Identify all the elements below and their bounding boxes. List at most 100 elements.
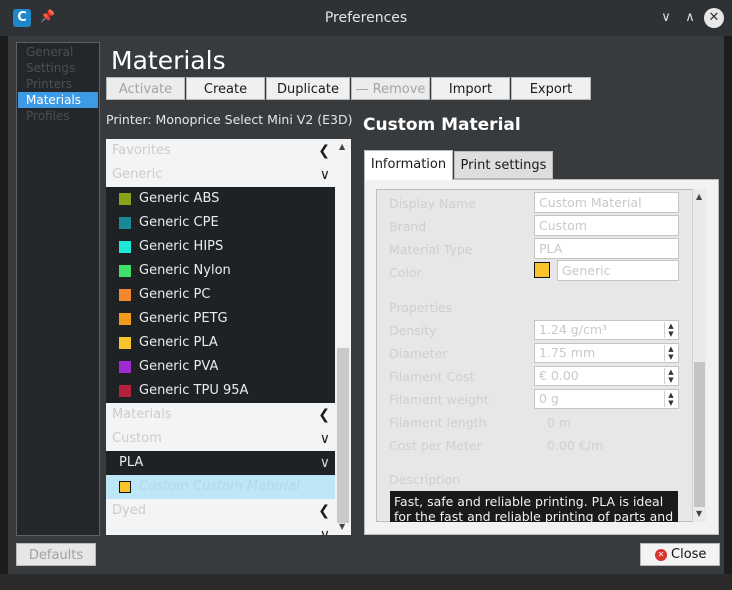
list-item[interactable]: Generic PLA	[106, 331, 336, 355]
defaults-button[interactable]: Defaults	[16, 543, 96, 566]
chevron-down-icon: ∨	[319, 527, 330, 535]
remove-button[interactable]: — Remove	[351, 77, 430, 100]
chevron-left-icon: ❮	[318, 503, 330, 519]
list-item-label: Generic PETG	[139, 311, 228, 326]
spin-arrows-icon[interactable]: ▲ ▼	[664, 391, 677, 407]
brand-field[interactable]: Custom	[534, 215, 679, 236]
tab-information[interactable]: Information	[364, 150, 453, 180]
spin-arrows-icon[interactable]: ▲ ▼	[664, 368, 677, 384]
chevron-up-icon[interactable]: ∧	[680, 8, 700, 28]
import-button[interactable]: Import	[431, 77, 510, 100]
density-value: 1.24 g/cm³	[539, 322, 608, 337]
color-swatch	[119, 385, 131, 397]
chevron-down-icon[interactable]: ∨	[656, 8, 676, 28]
category-settings[interactable]: Settings	[18, 60, 98, 76]
list-item-label: Generic HIPS	[139, 239, 224, 254]
chevron-left-icon: ❮	[318, 407, 330, 423]
duplicate-button[interactable]: Duplicate	[266, 77, 350, 100]
spin-arrows-icon[interactable]: ▲ ▼	[664, 322, 677, 338]
spin-arrows-icon[interactable]: ▲ ▼	[664, 345, 677, 361]
scroll-down-icon[interactable]: ▼	[339, 522, 345, 531]
export-button[interactable]: Export	[511, 77, 591, 100]
chevron-left-icon: ❮	[318, 143, 330, 159]
category-profiles[interactable]: Profiles	[18, 108, 98, 124]
information-form: Display Name Custom Material Brand Custo…	[376, 189, 694, 522]
density-spinbox[interactable]: 1.24 g/cm³ ▲ ▼	[534, 320, 679, 340]
background-window-strip	[0, 574, 732, 590]
filament-cost-spinbox[interactable]: € 0.00 ▲ ▼	[534, 366, 679, 386]
list-item-partial[interactable]: ∨	[106, 523, 336, 535]
filament-cost-label: Filament Cost	[389, 369, 475, 384]
list-item[interactable]: Generic ABS	[106, 187, 336, 211]
form-scroll-thumb[interactable]	[694, 362, 705, 507]
display-name-label: Display Name	[389, 196, 476, 211]
list-item[interactable]: Generic CPE	[106, 211, 336, 235]
brand-row-favorites[interactable]: Favorites ❮	[106, 139, 336, 163]
brand-row-generic[interactable]: Generic ∨	[106, 163, 336, 187]
chevron-down-icon: ∨	[319, 167, 330, 183]
list-item-selected[interactable]: Custom Custom Material	[106, 475, 336, 499]
brand-row-dyed[interactable]: Dyed ❮	[106, 499, 336, 523]
filament-length-value: 0 m	[547, 415, 572, 430]
type-row-pla[interactable]: PLA ∨	[106, 451, 336, 475]
color-name-field[interactable]: Generic	[557, 260, 679, 281]
diameter-spinbox[interactable]: 1.75 mm ▲ ▼	[534, 343, 679, 363]
color-swatch	[119, 265, 131, 277]
filament-weight-spinbox[interactable]: 0 g ▲ ▼	[534, 389, 679, 409]
list-item[interactable]: Generic PC	[106, 283, 336, 307]
tab-print-settings[interactable]: Print settings	[454, 151, 553, 179]
category-materials[interactable]: Materials	[18, 92, 98, 108]
cost-per-meter-value: 0.00 €/m	[547, 438, 604, 453]
list-item[interactable]: Generic HIPS	[106, 235, 336, 259]
activate-button[interactable]: Activate	[106, 77, 185, 100]
filament-weight-label: Filament weight	[389, 392, 489, 407]
category-general[interactable]: General	[18, 44, 98, 60]
brand-row-materials[interactable]: Materials ❮	[106, 403, 336, 427]
materials-list: Favorites ❮ Generic ∨ Generic ABS Generi…	[106, 139, 351, 535]
list-item-label: Custom Custom Material	[139, 479, 300, 494]
color-swatch	[119, 193, 131, 205]
color-swatch	[119, 337, 131, 349]
category-printers[interactable]: Printers	[18, 76, 98, 92]
cost-per-meter-label: Cost per Meter	[389, 438, 482, 453]
brand-row-label: Favorites	[112, 143, 171, 158]
color-swatch	[119, 313, 131, 325]
properties-heading: Properties	[389, 300, 453, 315]
list-item[interactable]: Generic PETG	[106, 307, 336, 331]
close-icon: ✕	[655, 549, 667, 561]
color-swatch	[119, 289, 131, 301]
color-swatch-button[interactable]	[534, 262, 550, 278]
window-title: Preferences	[324, 10, 408, 26]
brand-row-custom[interactable]: Custom ∨	[106, 427, 336, 451]
list-scroll-thumb[interactable]	[337, 348, 349, 523]
list-item[interactable]: Generic PVA	[106, 355, 336, 379]
brand-row-label: Custom	[112, 431, 162, 446]
printer-label: Printer: Monoprice Select Mini V2 (E3D)	[106, 112, 353, 127]
display-name-field[interactable]: Custom Material	[534, 192, 679, 213]
material-title: Custom Material	[363, 115, 521, 135]
density-label: Density	[389, 323, 437, 338]
scroll-up-icon[interactable]: ▲	[339, 142, 345, 151]
create-button[interactable]: Create	[186, 77, 265, 100]
list-item-label: Generic ABS	[139, 191, 220, 206]
list-item-label: Generic CPE	[139, 215, 219, 230]
close-window-icon[interactable]: ✕	[704, 8, 724, 28]
page-title: Materials	[111, 46, 226, 75]
color-label: Color	[389, 265, 422, 280]
list-item[interactable]: Generic TPU 95A	[106, 379, 336, 403]
diameter-label: Diameter	[389, 346, 448, 361]
material-type-field[interactable]: PLA	[534, 238, 679, 259]
brand-label: Brand	[389, 219, 427, 234]
list-item[interactable]: Generic Nylon	[106, 259, 336, 283]
filament-length-label: Filament length	[389, 415, 487, 430]
color-swatch	[119, 481, 131, 493]
close-button-label: Close	[671, 547, 707, 562]
scroll-down-icon[interactable]: ▼	[696, 509, 702, 518]
filament-weight-value: 0 g	[539, 391, 559, 406]
color-swatch	[119, 241, 131, 253]
list-item-label: Generic TPU 95A	[139, 383, 249, 398]
chevron-down-icon: ∨	[319, 431, 330, 447]
description-field[interactable]: Fast, safe and reliable printing. PLA is…	[390, 491, 678, 522]
close-button[interactable]: ✕ Close	[640, 543, 720, 566]
scroll-up-icon[interactable]: ▲	[696, 192, 702, 201]
